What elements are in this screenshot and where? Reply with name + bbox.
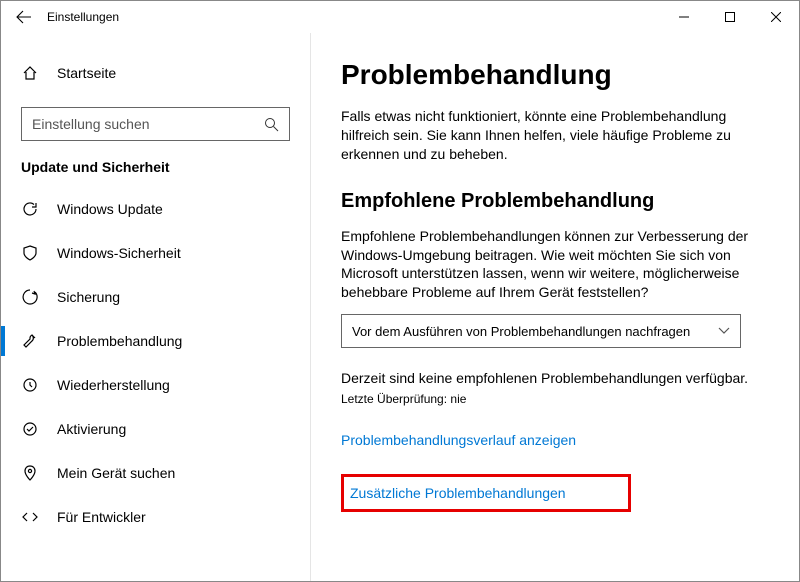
category-header: Update und Sicherheit bbox=[1, 159, 310, 187]
home-icon bbox=[21, 65, 39, 81]
sidebar-item-wrench[interactable]: Problembehandlung bbox=[1, 319, 310, 363]
window-title: Einstellungen bbox=[47, 10, 119, 24]
sidebar-item-label: Problembehandlung bbox=[57, 333, 182, 349]
find-icon bbox=[21, 465, 39, 481]
sidebar-item-label: Mein Gerät suchen bbox=[57, 465, 175, 481]
sidebar-item-find[interactable]: Mein Gerät suchen bbox=[1, 451, 310, 495]
sidebar: Startseite Update und Sicherheit Windows… bbox=[1, 33, 311, 581]
sidebar-item-label: Windows-Sicherheit bbox=[57, 245, 181, 261]
maximize-button[interactable] bbox=[707, 1, 753, 33]
sidebar-item-check[interactable]: Aktivierung bbox=[1, 407, 310, 451]
sidebar-item-restore[interactable]: Wiederherstellung bbox=[1, 363, 310, 407]
check-icon bbox=[21, 421, 39, 437]
section-heading: Empfohlene Problembehandlung bbox=[341, 190, 769, 213]
sidebar-item-label: Sicherung bbox=[57, 289, 120, 305]
history-link[interactable]: Problembehandlungsverlauf anzeigen bbox=[341, 432, 769, 448]
update-icon bbox=[21, 201, 39, 217]
sidebar-item-label: Für Entwickler bbox=[57, 509, 146, 525]
back-button[interactable] bbox=[9, 2, 39, 32]
close-button[interactable] bbox=[753, 1, 799, 33]
sidebar-item-backup[interactable]: Sicherung bbox=[1, 275, 310, 319]
sidebar-item-shield[interactable]: Windows-Sicherheit bbox=[1, 231, 310, 275]
intro-text: Falls etwas nicht funktioniert, könnte e… bbox=[341, 107, 769, 164]
additional-troubleshooters-link[interactable]: Zusätzliche Problembehandlungen bbox=[341, 474, 631, 512]
restore-icon bbox=[21, 377, 39, 393]
page-title: Problembehandlung bbox=[341, 59, 769, 91]
search-input[interactable] bbox=[32, 116, 264, 132]
recommendation-dropdown[interactable]: Vor dem Ausführen von Problembehandlunge… bbox=[341, 314, 741, 348]
sidebar-item-update[interactable]: Windows Update bbox=[1, 187, 310, 231]
home-label: Startseite bbox=[57, 65, 116, 81]
main-content: Problembehandlung Falls etwas nicht funk… bbox=[311, 33, 799, 581]
search-icon bbox=[264, 117, 279, 132]
wrench-icon bbox=[21, 333, 39, 349]
chevron-down-icon bbox=[718, 327, 730, 335]
search-box[interactable] bbox=[21, 107, 290, 141]
shield-icon bbox=[21, 245, 39, 261]
sidebar-item-label: Windows Update bbox=[57, 201, 163, 217]
sidebar-item-label: Aktivierung bbox=[57, 421, 126, 437]
minimize-button[interactable] bbox=[661, 1, 707, 33]
dev-icon bbox=[21, 509, 39, 525]
recommended-description: Empfohlene Problembehandlungen können zu… bbox=[341, 227, 769, 303]
status-text: Derzeit sind keine empfohlenen Problembe… bbox=[341, 370, 769, 386]
last-check-text: Letzte Überprüfung: nie bbox=[341, 392, 769, 406]
backup-icon bbox=[21, 289, 39, 305]
sidebar-item-label: Wiederherstellung bbox=[57, 377, 170, 393]
sidebar-item-dev[interactable]: Für Entwickler bbox=[1, 495, 310, 539]
home-link[interactable]: Startseite bbox=[1, 53, 310, 93]
dropdown-value: Vor dem Ausführen von Problembehandlunge… bbox=[352, 324, 690, 339]
